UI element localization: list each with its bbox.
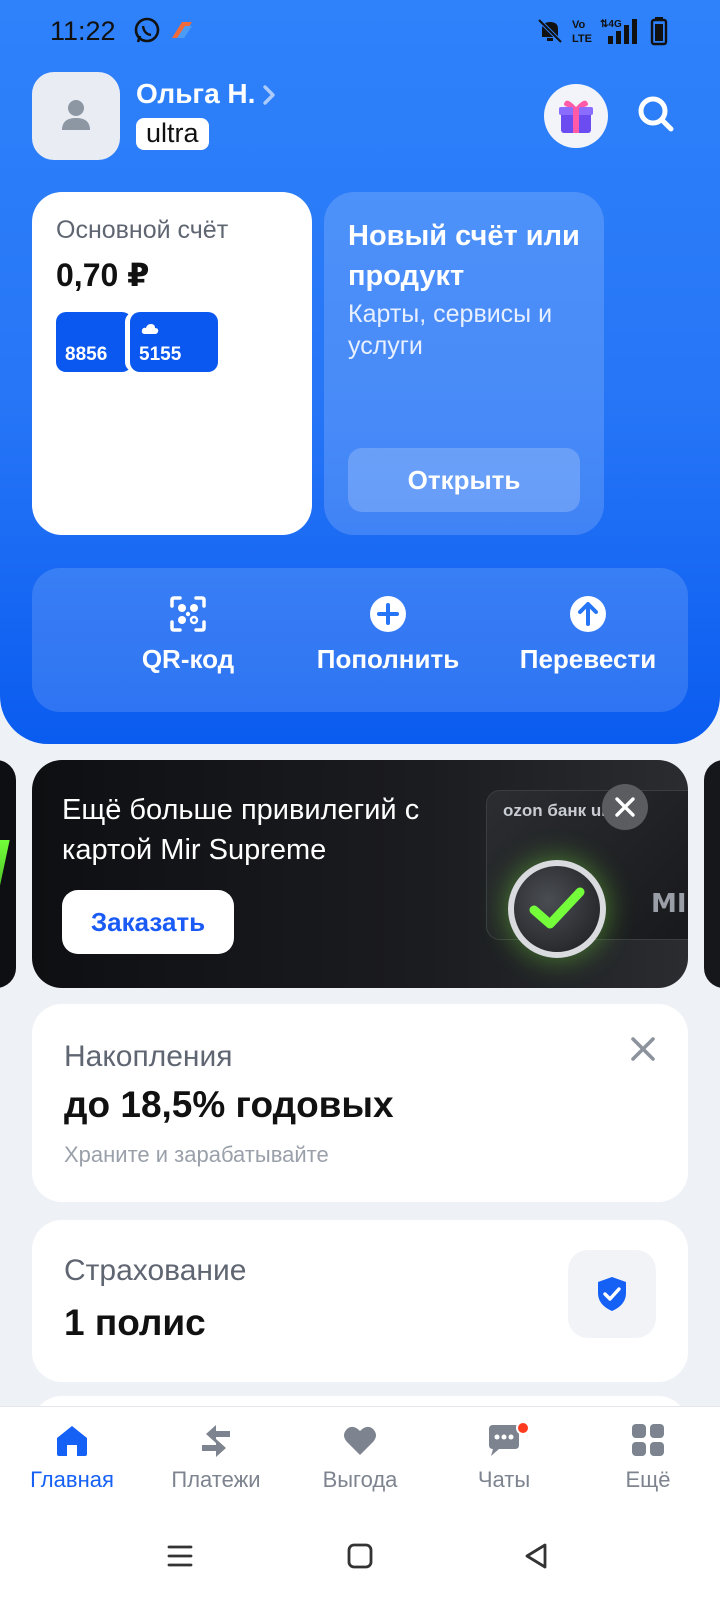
gift-button[interactable] — [544, 84, 608, 148]
check-badge — [508, 860, 606, 958]
home-square-icon[interactable] — [346, 1542, 374, 1570]
back-icon[interactable] — [522, 1542, 550, 1570]
arrow-up-circle-icon — [570, 596, 606, 632]
new-product-card[interactable]: Новый счёт или продукт Карты, сервисы и … — [324, 192, 604, 535]
nav-chats[interactable]: Чаты — [434, 1421, 574, 1493]
user-silhouette-icon — [62, 100, 90, 130]
transfer-action[interactable]: Перевести — [488, 594, 688, 675]
svg-text:Vo: Vo — [572, 19, 586, 31]
promo-text: Ещё больше привилегий с картой Mir Supre… — [62, 794, 420, 866]
shield-check-icon — [598, 1277, 626, 1311]
close-icon — [615, 797, 635, 817]
order-button[interactable]: Заказать — [62, 890, 234, 954]
nav-payments[interactable]: Платежи — [146, 1421, 286, 1493]
signal-4g-icon: ⇅4G — [600, 19, 637, 44]
chevron-right-icon[interactable] — [262, 84, 276, 106]
checkmark-icon — [529, 887, 585, 929]
open-button[interactable]: Открыть — [348, 448, 580, 512]
insurance-policy-count: 1 полис — [64, 1302, 206, 1343]
top-up-action[interactable]: Пополнить — [288, 594, 488, 675]
next-banner-peek[interactable] — [704, 760, 720, 988]
card-last-digits: 8856 — [65, 344, 108, 365]
insurance-icon-box — [568, 1250, 656, 1338]
nav-label: Платежи — [171, 1467, 261, 1492]
bottom-nav: Главная Платежи Выгода Чаты Ещё — [0, 1406, 720, 1516]
app-notification-icon — [172, 22, 192, 38]
home-icon — [57, 1426, 87, 1456]
promo-close-button[interactable] — [602, 784, 648, 830]
promo-banner[interactable]: Ещё больше привилегий с картой Mir Supre… — [32, 760, 688, 988]
transfer-arrows-icon — [202, 1425, 230, 1457]
action-label: Перевести — [519, 644, 657, 674]
new-product-title: Новый счёт или продукт — [348, 220, 580, 292]
volte-icon: Vo LTE — [572, 19, 592, 45]
bank-card-thumbnail[interactable]: 5155 — [130, 312, 218, 372]
card-last-digits: 5155 — [139, 344, 182, 365]
quick-actions: QR-код Пополнить Перевести — [32, 568, 688, 712]
action-label: QR-код — [141, 644, 235, 674]
search-icon[interactable] — [636, 94, 676, 134]
nav-label: Ещё — [625, 1467, 671, 1492]
new-product-subtitle: Карты, сервисы и услуги — [348, 300, 553, 360]
action-label: Пополнить — [316, 644, 460, 674]
grid-icon — [632, 1424, 664, 1456]
savings-rate: до 18,5% годовых — [64, 1084, 394, 1125]
status-bar: 11:22 Vo LTE ⇅4G — [0, 0, 720, 64]
nav-home[interactable]: Главная — [2, 1421, 142, 1493]
nav-label: Выгода — [322, 1467, 398, 1492]
svg-text:LTE: LTE — [572, 33, 592, 45]
tier-badge: ultra — [136, 118, 209, 150]
nav-more[interactable]: Ещё — [578, 1421, 718, 1493]
previous-banner-peek[interactable] — [0, 760, 16, 988]
gift-icon — [559, 100, 593, 133]
close-icon[interactable] — [630, 1036, 656, 1062]
card-brand: MIR — [651, 889, 688, 919]
nav-label: Чаты — [477, 1467, 531, 1492]
user-name[interactable]: Ольга Н. — [136, 78, 255, 110]
notification-badge — [516, 1421, 530, 1435]
account-title: Основной счёт — [56, 216, 229, 244]
bank-card-thumbnail[interactable]: 8856 — [56, 312, 132, 372]
battery-icon — [650, 17, 668, 46]
savings-card[interactable]: Накопления до 18,5% годовых Храните и за… — [32, 1004, 688, 1202]
avatar[interactable] — [32, 72, 120, 160]
mute-bell-icon — [537, 18, 563, 44]
account-balance: 0,70 ₽ — [56, 257, 150, 293]
nav-label: Главная — [30, 1467, 114, 1492]
plus-circle-icon — [370, 596, 406, 632]
insurance-card[interactable]: Страхование 1 полис — [32, 1220, 688, 1382]
cloud-icon — [141, 324, 159, 334]
heart-icon — [344, 1426, 376, 1455]
svg-text:⇅4G: ⇅4G — [600, 19, 622, 30]
whatsapp-icon — [134, 17, 160, 43]
system-navigation-bar — [0, 1516, 720, 1600]
savings-subtitle: Храните и зарабатывайте — [64, 1142, 329, 1167]
menu-icon[interactable] — [166, 1542, 194, 1570]
nav-benefits[interactable]: Выгода — [290, 1421, 430, 1493]
status-time: 11:22 — [50, 16, 116, 46]
main-account-card[interactable]: Основной счёт 0,70 ₽ 8856 5155 — [32, 192, 312, 535]
promo-carousel[interactable]: Ещё больше привилегий с картой Mir Supre… — [0, 760, 720, 988]
qr-scan-icon — [170, 596, 206, 632]
savings-title: Накопления — [64, 1040, 233, 1073]
qr-code-action[interactable]: QR-код — [88, 594, 288, 675]
insurance-title: Страхование — [64, 1254, 247, 1287]
